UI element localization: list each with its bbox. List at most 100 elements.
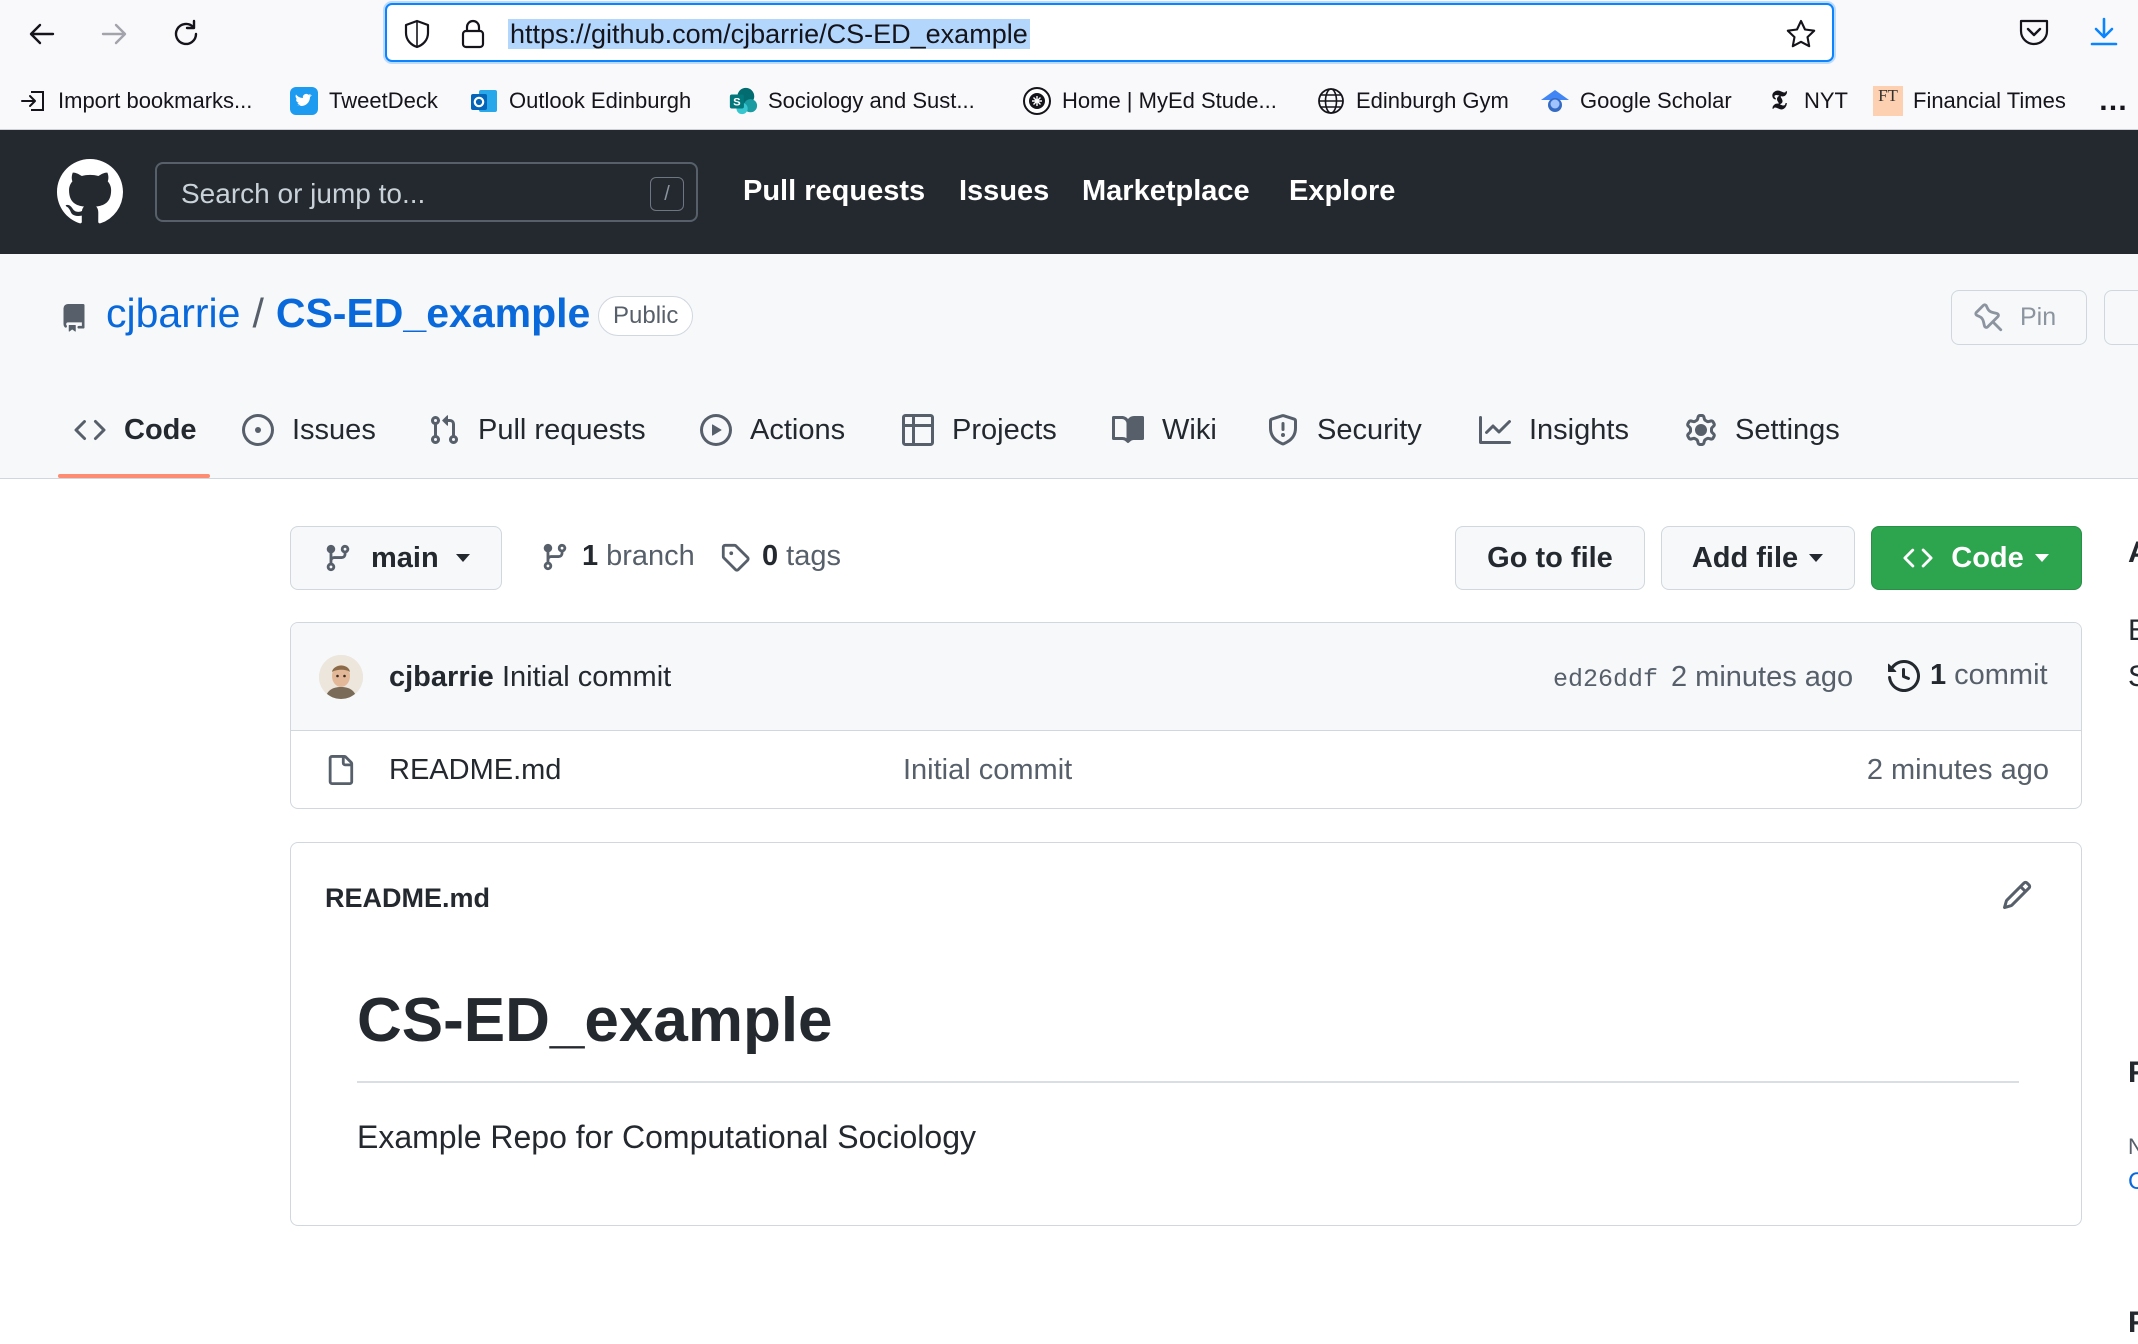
bookmark-scholar[interactable]: Google Scholar xyxy=(1540,83,1732,119)
repo-separator: / xyxy=(252,290,264,336)
bookmark-sociology[interactable]: S Sociology and Sust... xyxy=(728,83,975,119)
repo-name-link[interactable]: CS-ED_example xyxy=(276,290,590,337)
shield-icon xyxy=(1269,414,1297,446)
sidebar-edge-text: F xyxy=(2128,1056,2138,1089)
tab-actions[interactable]: Actions xyxy=(700,402,845,458)
import-icon xyxy=(18,86,48,116)
visibility-badge: Public xyxy=(598,296,694,336)
myed-icon xyxy=(1022,86,1052,116)
nav-pull-requests[interactable]: Pull requests xyxy=(743,175,925,208)
svg-text:S: S xyxy=(733,97,741,109)
commit-history-link[interactable]: 1 commit xyxy=(1888,659,2048,692)
url-bar[interactable]: https://github.com/cjbarrie/CS-ED_exampl… xyxy=(385,3,1834,62)
repo-header: cjbarrie / CS-ED_example Public Pin Code… xyxy=(0,254,2138,479)
commit-sha-link[interactable]: ed26ddf xyxy=(1553,665,1658,694)
github-logo-icon[interactable] xyxy=(57,159,123,225)
search-placeholder: Search or jump to... xyxy=(181,178,426,209)
avatar[interactable] xyxy=(319,655,363,699)
tag-label: tags xyxy=(786,540,841,572)
play-icon xyxy=(700,414,732,446)
tab-insights[interactable]: Insights xyxy=(1479,402,1629,458)
sidebar-edge-text: F xyxy=(2128,1306,2138,1339)
issue-icon xyxy=(242,414,274,446)
bookmark-import[interactable]: Import bookmarks... xyxy=(18,83,252,119)
commit-author-link[interactable]: cjbarrie xyxy=(389,661,494,694)
graph-icon xyxy=(1479,416,1511,444)
slash-shortcut-icon: / xyxy=(650,177,684,211)
tab-pull-requests[interactable]: Pull requests xyxy=(428,402,646,458)
readme-body: Example Repo for Computational Sociology xyxy=(357,1119,976,1155)
tweetdeck-icon xyxy=(289,86,319,116)
back-button[interactable] xyxy=(20,12,64,56)
repo-owner-link[interactable]: cjbarrie xyxy=(106,290,240,337)
bookmark-myed[interactable]: Home | MyEd Stude... xyxy=(1022,83,1277,119)
sharepoint-icon: S xyxy=(728,86,758,116)
downloads-button[interactable] xyxy=(2088,16,2120,48)
url-text[interactable]: https://github.com/cjbarrie/CS-ED_exampl… xyxy=(508,19,1030,49)
bookmark-star-icon[interactable] xyxy=(1785,18,1817,50)
watch-button[interactable] xyxy=(2104,290,2138,345)
tab-wiki[interactable]: Wiki xyxy=(1112,402,1217,458)
commit-count-label: commit xyxy=(1954,659,2048,691)
history-icon xyxy=(1888,659,1920,692)
sidebar-edge-text: S xyxy=(2128,660,2138,694)
code-button[interactable]: Code xyxy=(1871,526,2082,590)
tab-security[interactable]: Security xyxy=(1267,402,1422,458)
pocket-button[interactable] xyxy=(2017,16,2051,48)
file-name-link[interactable]: README.md xyxy=(389,754,561,787)
bookmark-tweetdeck[interactable]: TweetDeck xyxy=(289,83,438,119)
arrow-left-icon xyxy=(29,23,55,45)
file-commit-message-link[interactable]: Initial commit xyxy=(903,754,1072,787)
caret-down-icon xyxy=(1809,554,1824,562)
branches-link[interactable]: 1 branch xyxy=(540,540,695,573)
nav-explore[interactable]: Explore xyxy=(1289,175,1395,208)
pencil-icon[interactable] xyxy=(2001,879,2033,911)
tab-settings[interactable]: Settings xyxy=(1685,402,1840,458)
nav-marketplace[interactable]: Marketplace xyxy=(1082,175,1250,208)
nyt-icon: 𝕿 xyxy=(1771,85,1787,116)
sidebar-edge-text: N xyxy=(2128,1134,2138,1159)
bookmark-outlook[interactable]: Outlook Edinburgh xyxy=(469,83,691,119)
bookmark-ft[interactable]: FT Financial Times xyxy=(1873,83,2066,119)
outlook-icon xyxy=(469,86,499,116)
github-header: Search or jump to... / Pull requests Iss… xyxy=(0,130,2138,254)
branch-count: 1 xyxy=(582,540,599,572)
git-branch-icon xyxy=(326,544,350,572)
scholar-icon xyxy=(1540,86,1570,116)
tag-count: 0 xyxy=(762,540,779,572)
table-icon xyxy=(902,414,934,446)
forward-button[interactable] xyxy=(92,12,136,56)
active-tab-indicator xyxy=(58,474,210,478)
readme-title[interactable]: README.md xyxy=(325,883,490,914)
add-file-button[interactable]: Add file xyxy=(1661,526,1855,590)
commit-time: 2 minutes ago xyxy=(1671,661,1854,693)
git-branch-icon xyxy=(543,543,567,570)
book-icon xyxy=(1112,415,1144,443)
bookmark-gym[interactable]: Edinburgh Gym xyxy=(1316,83,1509,119)
tags-link[interactable]: 0 tags xyxy=(720,540,841,573)
tracking-shield-icon[interactable] xyxy=(402,18,432,50)
browser-chrome: https://github.com/cjbarrie/CS-ED_exampl… xyxy=(0,0,2138,130)
branch-selector[interactable]: main xyxy=(290,526,502,590)
commit-message-link[interactable]: Initial commit xyxy=(502,661,671,694)
reload-button[interactable] xyxy=(164,12,208,56)
pocket-icon xyxy=(2019,19,2049,46)
tab-projects[interactable]: Projects xyxy=(902,402,1057,458)
search-input[interactable]: Search or jump to... / xyxy=(155,162,698,222)
gear-icon xyxy=(1686,414,1716,446)
latest-commit-row: cjbarrie Initial commit ed26ddf 2 minute… xyxy=(291,623,2081,731)
nav-issues[interactable]: Issues xyxy=(959,175,1049,208)
repo-icon xyxy=(60,302,88,334)
bookmark-nyt[interactable]: 𝕿 NYT xyxy=(1764,83,1848,119)
tab-issues[interactable]: Issues xyxy=(242,402,376,458)
bookmarks-overflow[interactable]: … xyxy=(2098,83,2128,119)
download-icon xyxy=(2090,17,2118,46)
divider xyxy=(357,1081,2019,1083)
tab-code[interactable]: Code xyxy=(74,402,197,458)
go-to-file-button[interactable]: Go to file xyxy=(1455,526,1645,590)
lock-icon[interactable] xyxy=(459,18,487,50)
ft-icon: FT xyxy=(1873,86,1903,116)
pin-button[interactable]: Pin xyxy=(1951,290,2087,345)
pin-label: Pin xyxy=(2020,303,2057,331)
file-commit-time: 2 minutes ago xyxy=(1866,754,2049,786)
